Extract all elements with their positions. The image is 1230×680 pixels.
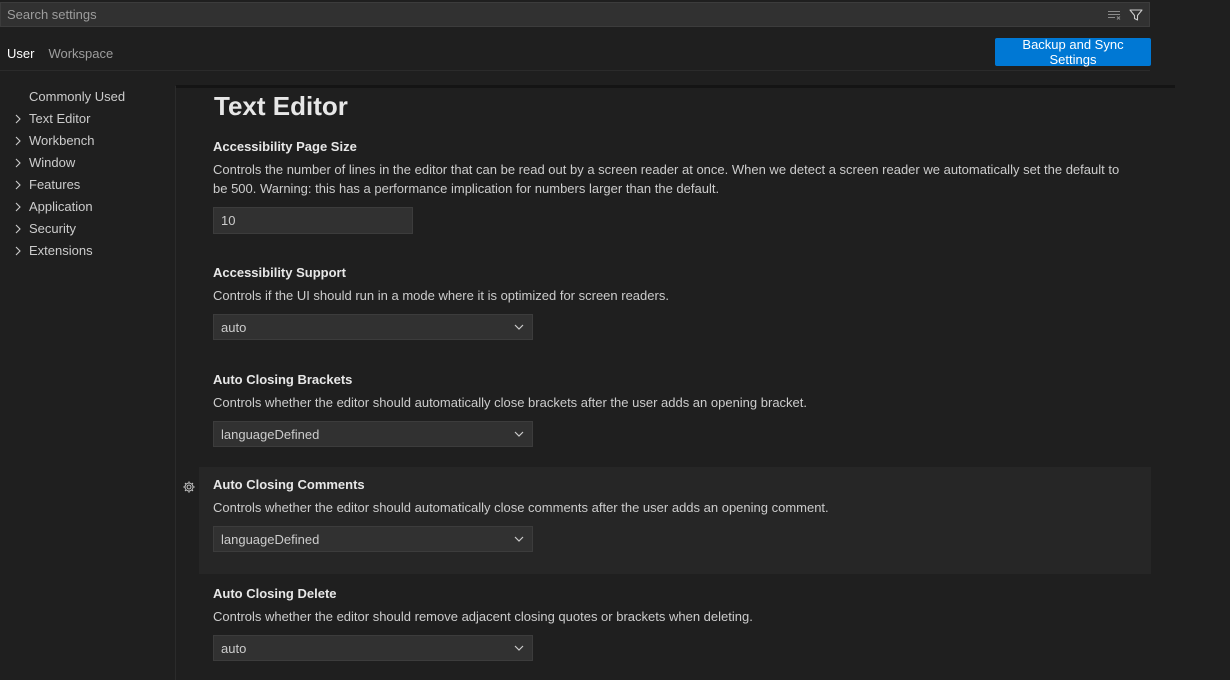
tabs-divider: [0, 70, 1150, 71]
scroll-shadow: [176, 85, 1175, 88]
accessibility-page-size-input[interactable]: [213, 207, 413, 234]
auto-closing-delete-select[interactable]: auto: [213, 635, 533, 661]
toc-item-label: Workbench: [29, 133, 95, 148]
gear-icon[interactable]: [182, 480, 196, 494]
select-value: languageDefined: [221, 531, 320, 547]
toc-item-label: Extensions: [29, 243, 93, 258]
toc-item-security[interactable]: Security: [0, 218, 175, 240]
settings-scope-tabs: User Workspace: [0, 38, 120, 71]
select-value: languageDefined: [221, 426, 320, 442]
chevron-right-icon: [15, 136, 21, 146]
tab-user[interactable]: User: [0, 38, 42, 71]
select-value: auto: [221, 319, 247, 335]
chevron-right-icon: [15, 246, 21, 256]
setting-accessibility-page-size: Accessibility Page Size Controls the num…: [199, 129, 1151, 234]
tab-workspace[interactable]: Workspace: [41, 38, 120, 71]
filter-icon[interactable]: [1127, 6, 1145, 24]
toc-item-label: Text Editor: [29, 111, 91, 126]
setting-auto-closing-comments: Auto Closing Comments Controls whether t…: [199, 467, 1151, 574]
toc-item-text-editor[interactable]: Text Editor: [0, 108, 175, 130]
toc-item-label: Window: [29, 155, 76, 170]
toc-item-extensions[interactable]: Extensions: [0, 240, 175, 262]
toc-item-workbench[interactable]: Workbench: [0, 130, 175, 152]
toc-divider: [175, 86, 176, 680]
search-actions: [1105, 6, 1149, 24]
settings-editor: User Workspace Backup and Sync Settings …: [0, 0, 1230, 680]
auto-closing-comments-select[interactable]: languageDefined: [213, 526, 533, 552]
search-bar: [0, 2, 1150, 27]
toc-item-window[interactable]: Window: [0, 152, 175, 174]
chevron-right-icon: [15, 158, 21, 168]
chevron-right-icon: [15, 180, 21, 190]
chevron-right-icon: [15, 202, 21, 212]
chevron-right-icon: [15, 114, 21, 124]
search-input[interactable]: [1, 3, 1105, 26]
toc-item-label: Commonly Used: [29, 89, 126, 104]
select-value: auto: [221, 640, 247, 656]
setting-title: Auto Closing Delete: [213, 586, 337, 601]
toc-item-application[interactable]: Application: [0, 196, 175, 218]
setting-title: Accessibility Support: [213, 265, 346, 280]
setting-accessibility-support: Accessibility Support Controls if the UI…: [199, 255, 1151, 340]
setting-description: Controls whether the editor should remov…: [213, 609, 753, 624]
toc-item-label: Security: [29, 221, 76, 236]
settings-toc: Commonly Used Text Editor Workbench Wind…: [0, 86, 175, 262]
auto-closing-brackets-select[interactable]: languageDefined: [213, 421, 533, 447]
setting-title: Auto Closing Comments: [213, 477, 365, 492]
toc-item-label: Features: [29, 177, 81, 192]
setting-description: Controls whether the editor should autom…: [213, 395, 808, 410]
clear-filter-icon[interactable]: [1105, 6, 1123, 24]
backup-and-sync-button[interactable]: Backup and Sync Settings: [995, 37, 1151, 67]
setting-auto-closing-delete: Auto Closing Delete Controls whether the…: [199, 576, 1151, 661]
section-title: Text Editor: [214, 91, 348, 121]
setting-auto-closing-brackets: Auto Closing Brackets Controls whether t…: [199, 362, 1151, 447]
chevron-down-icon: [514, 324, 524, 330]
setting-description: Controls if the UI should run in a mode …: [213, 288, 669, 303]
setting-title: Accessibility Page Size: [213, 139, 357, 154]
setting-title: Auto Closing Brackets: [213, 372, 353, 387]
chevron-down-icon: [514, 431, 524, 437]
accessibility-support-select[interactable]: auto: [213, 314, 533, 340]
chevron-down-icon: [514, 536, 524, 542]
setting-description: Controls the number of lines in the edit…: [213, 162, 1120, 196]
setting-description: Controls whether the editor should autom…: [213, 500, 829, 515]
chevron-down-icon: [514, 645, 524, 651]
toc-item-features[interactable]: Features: [0, 174, 175, 196]
toc-item-label: Application: [29, 199, 93, 214]
chevron-right-icon: [15, 224, 21, 234]
toc-item-commonly-used[interactable]: Commonly Used: [0, 86, 175, 108]
